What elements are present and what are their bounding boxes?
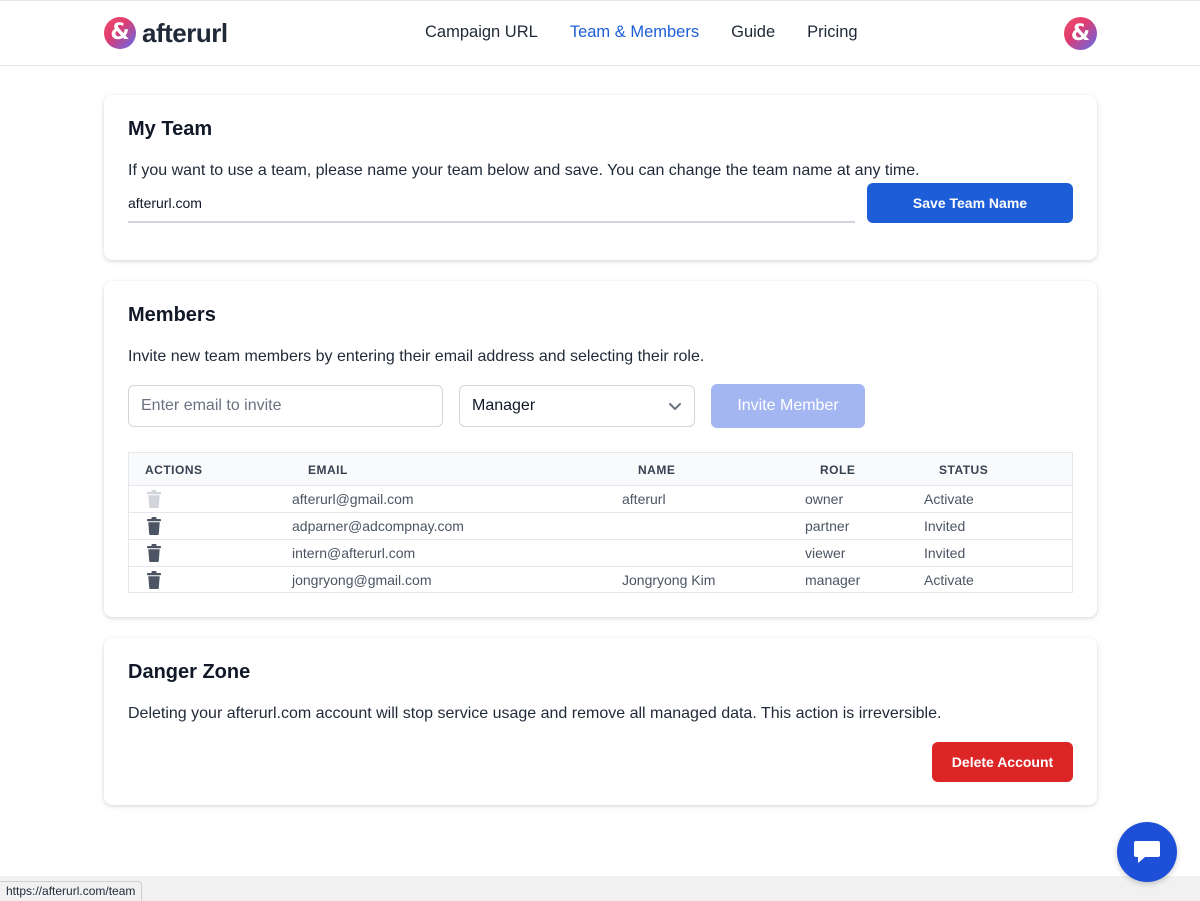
row-email: jongryong@gmail.com bbox=[292, 572, 432, 588]
row-email: adparner@adcompnay.com bbox=[292, 518, 464, 534]
table-row: jongryong@gmail.com Jongryong Kim manage… bbox=[129, 566, 1072, 593]
my-team-description: If you want to use a team, please name y… bbox=[128, 162, 920, 179]
table-row: afterurl@gmail.com afterurl owner Activa… bbox=[129, 485, 1072, 512]
row-role: manager bbox=[805, 572, 861, 588]
nav-pricing[interactable]: Pricing bbox=[807, 23, 857, 42]
table-row: adparner@adcompnay.com partner Invited bbox=[129, 512, 1072, 539]
row-email: afterurl@gmail.com bbox=[292, 491, 414, 507]
row-role: viewer bbox=[805, 545, 846, 561]
trash-icon bbox=[147, 490, 161, 508]
danger-zone-card: Danger Zone Deleting your afterurl.com a… bbox=[104, 638, 1097, 805]
main-nav: Campaign URL Team & Members Guide Pricin… bbox=[425, 23, 890, 42]
logo[interactable]: & afterurl bbox=[104, 17, 228, 49]
my-team-card: My Team If you want to use a team, pleas… bbox=[104, 95, 1097, 260]
members-title: Members bbox=[128, 304, 216, 326]
logo-text: afterurl bbox=[142, 17, 228, 48]
chevron-down-icon bbox=[669, 403, 681, 410]
table-row: intern@afterurl.com viewer Invited bbox=[129, 539, 1072, 566]
row-role: partner bbox=[805, 518, 850, 534]
col-email: EMAIL bbox=[308, 463, 348, 477]
invite-member-button[interactable]: Invite Member bbox=[711, 384, 865, 428]
row-status: Invited bbox=[924, 518, 966, 534]
team-name-input[interactable] bbox=[128, 191, 855, 223]
table-header: ACTIONS EMAIL NAME ROLE STATUS bbox=[129, 453, 1072, 485]
nav-team-members[interactable]: Team & Members bbox=[570, 23, 699, 42]
save-team-name-button[interactable]: Save Team Name bbox=[867, 183, 1073, 223]
row-email: intern@afterurl.com bbox=[292, 545, 416, 561]
col-role: ROLE bbox=[820, 463, 856, 477]
members-description: Invite new team members by entering thei… bbox=[128, 348, 705, 365]
trash-icon[interactable] bbox=[147, 571, 161, 589]
row-status: Activate bbox=[924, 491, 974, 507]
avatar-ampersand-icon[interactable]: & bbox=[1064, 17, 1097, 50]
role-select[interactable]: Manager bbox=[459, 385, 695, 427]
col-actions: ACTIONS bbox=[145, 463, 203, 477]
chat-widget-button[interactable] bbox=[1117, 822, 1177, 882]
trash-icon[interactable] bbox=[147, 517, 161, 535]
role-select-value: Manager bbox=[472, 397, 536, 414]
invite-email-input[interactable] bbox=[128, 385, 443, 427]
row-status: Activate bbox=[924, 572, 974, 588]
nav-campaign-url[interactable]: Campaign URL bbox=[425, 23, 538, 42]
row-status: Invited bbox=[924, 545, 966, 561]
status-url-tooltip: https://afterurl.com/team bbox=[0, 881, 143, 901]
col-status: STATUS bbox=[939, 463, 989, 477]
trash-icon[interactable] bbox=[147, 544, 161, 562]
members-card: Members Invite new team members by enter… bbox=[104, 281, 1097, 617]
browser-bottom-bar bbox=[0, 876, 1200, 901]
members-table: ACTIONS EMAIL NAME ROLE STATUS afterurl@… bbox=[128, 452, 1073, 593]
chat-bubble-icon bbox=[1134, 841, 1160, 863]
row-name: afterurl bbox=[622, 491, 666, 507]
my-team-title: My Team bbox=[128, 118, 213, 140]
logo-ampersand-icon: & bbox=[104, 17, 136, 49]
row-role: owner bbox=[805, 491, 844, 507]
nav-guide[interactable]: Guide bbox=[731, 23, 775, 42]
row-name: Jongryong Kim bbox=[622, 572, 716, 588]
delete-account-button[interactable]: Delete Account bbox=[932, 742, 1073, 782]
danger-zone-title: Danger Zone bbox=[128, 661, 251, 683]
danger-zone-description: Deleting your afterurl.com account will … bbox=[128, 705, 942, 722]
top-nav-bar: & afterurl Campaign URL Team & Members G… bbox=[0, 0, 1200, 66]
col-name: NAME bbox=[638, 463, 676, 477]
